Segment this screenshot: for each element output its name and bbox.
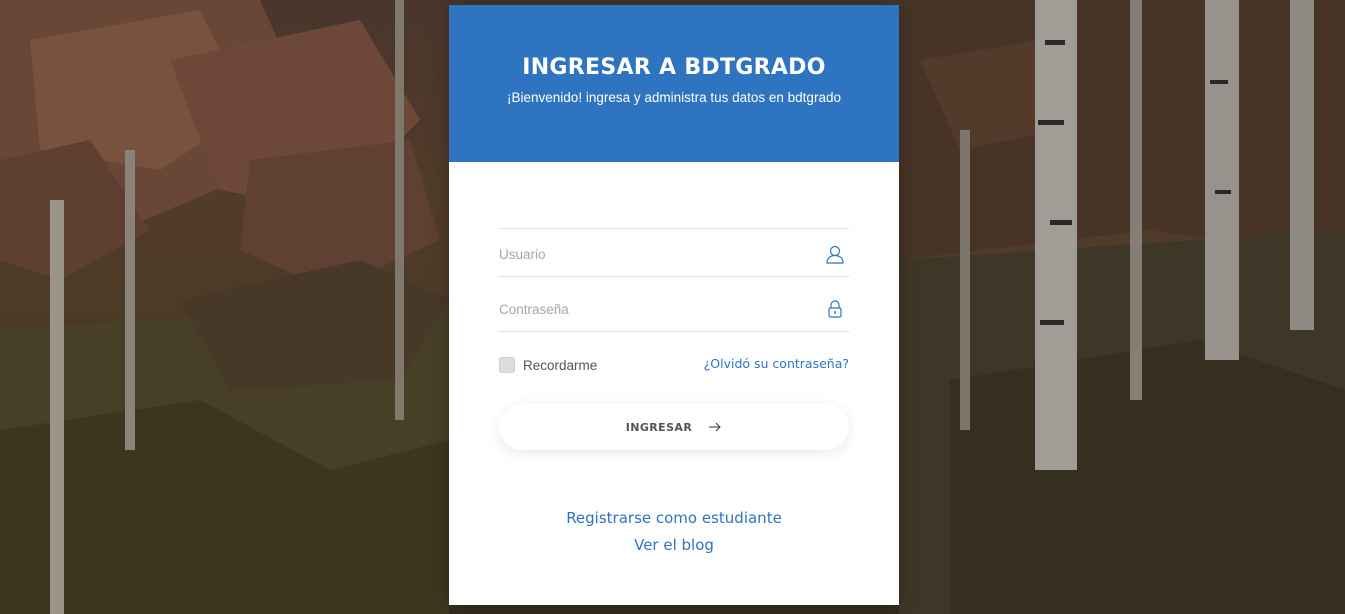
footer-links: Registrarse como estudiante Ver el blog [449, 505, 899, 559]
blog-link[interactable]: Ver el blog [449, 532, 899, 559]
login-subtitle: ¡Bienvenido! ingresa y administra tus da… [507, 90, 841, 105]
remember-label: Recordarme [523, 357, 598, 373]
remember-me[interactable]: Recordarme [499, 357, 597, 373]
user-icon [826, 245, 844, 264]
password-input[interactable] [499, 287, 809, 331]
login-header: INGRESAR A BDTGRADO ¡Bienvenido! ingresa… [449, 5, 899, 162]
arrow-right-icon [709, 422, 721, 432]
forgot-password-link[interactable]: ¿Olvidó su contraseña? [704, 356, 849, 371]
username-input[interactable] [499, 232, 809, 276]
lock-icon [828, 300, 842, 318]
password-field [499, 287, 849, 332]
login-title: INGRESAR A BDTGRADO [522, 55, 826, 80]
username-field [499, 232, 849, 277]
remember-checkbox[interactable] [499, 357, 515, 373]
login-button[interactable]: INGRESAR [499, 404, 849, 450]
register-student-link[interactable]: Registrarse como estudiante [449, 505, 899, 532]
login-button-label: INGRESAR [625, 420, 693, 434]
login-card: INGRESAR A BDTGRADO ¡Bienvenido! ingresa… [449, 5, 899, 605]
form-divider [499, 228, 849, 229]
